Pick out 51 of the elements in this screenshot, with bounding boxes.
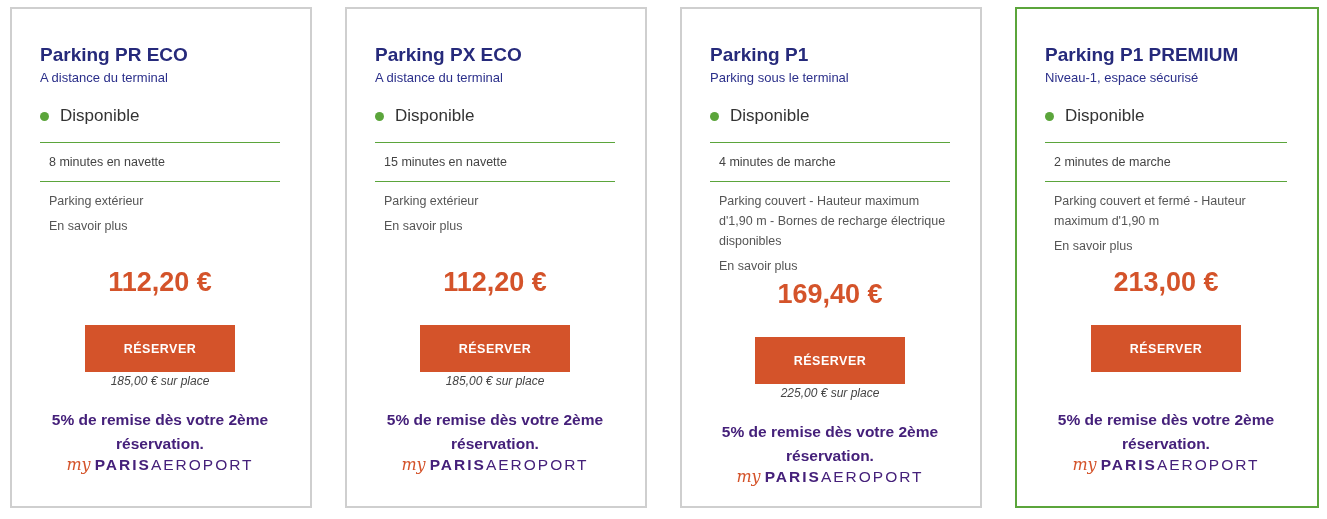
discount-text: 5% de remise dès votre 2ème réservation. (1056, 410, 1276, 454)
card-subtitle: Niveau-1, espace sécurisé (1045, 70, 1200, 85)
status-text: Disponible (730, 106, 810, 126)
parking-description: Parking extérieur (49, 193, 145, 210)
card-subtitle: Parking sous le terminal (710, 70, 850, 85)
onsite-price: 225,00 € sur place (780, 386, 880, 400)
status-dot-icon (375, 111, 384, 121)
more-info-link[interactable]: En savoir plus (49, 219, 128, 233)
access-time: 8 minutes en navette (40, 142, 280, 182)
card-title: Parking PR ECO (40, 43, 189, 67)
discount-text: 5% de remise dès votre 2ème réservation. (50, 410, 270, 454)
status-dot-icon (1045, 111, 1054, 121)
reserve-button[interactable]: RÉSERVER (755, 337, 905, 384)
brand-logo: my PARISAEROPORT (401, 456, 589, 474)
card-title: Parking P1 (710, 43, 810, 67)
parking-card[interactable] (1015, 7, 1319, 508)
more-info-link[interactable]: En savoir plus (384, 219, 463, 233)
price: 112,20 € (107, 267, 213, 298)
price: 112,20 € (442, 267, 548, 298)
card-subtitle: A distance du terminal (40, 70, 169, 85)
reserve-button[interactable]: RÉSERVER (420, 325, 570, 372)
parking-description: Parking extérieur (384, 193, 480, 210)
parking-card[interactable]: Parking PX ECO A distance du terminal Disponible 15 minutes en navette Parking extérieur En savoir plus 112,20 € RÉSERVER 185,00 € sur place 5% de remise dès votre 2ème réservation. my PARISAEROPORT (345, 7, 647, 508)
price: 169,40 € (776, 279, 884, 310)
status-dot-icon (710, 111, 719, 121)
parking-description: Parking couvert - Hauteur maximum d'1,90 m - Bornes de recharge électrique disponibles (719, 193, 947, 250)
access-time: 15 minutes en navette (375, 142, 615, 182)
card-subtitle: A distance du terminal (375, 70, 504, 85)
parking-card[interactable]: Parking PR ECO A distance du terminal Disponible 8 minutes en navette Parking extérieur En savoir plus 112,20 € RÉSERVER 185,00 € sur place 5% de remise dès votre 2ème réservation. my PARISAEROPORT (10, 7, 312, 508)
parking-description: Parking couvert et fermé - Hauteur maximum d'1,90 m (1054, 193, 1247, 230)
parking-card[interactable] (680, 7, 982, 508)
discount-text: 5% de remise dès votre 2ème réservation. (720, 422, 940, 466)
more-info-link[interactable]: En savoir plus (719, 259, 798, 273)
more-info-link[interactable]: En savoir plus (1054, 239, 1133, 253)
onsite-price: 185,00 € sur place (445, 374, 545, 388)
brand-logo: my PARISAEROPORT (66, 456, 254, 474)
price: 213,00 € (1112, 267, 1220, 298)
brand-logo: my PARISAEROPORT (736, 468, 924, 486)
card-title: Parking PX ECO (375, 43, 523, 67)
reserve-button[interactable]: RÉSERVER (1091, 325, 1241, 372)
status-text: Disponible (1065, 106, 1145, 126)
discount-text: 5% de remise dès votre 2ème réservation. (385, 410, 605, 454)
status-text: Disponible (60, 106, 140, 126)
access-time: 2 minutes de marche (1045, 142, 1287, 182)
status-text: Disponible (395, 106, 475, 126)
onsite-price: 185,00 € sur place (110, 374, 210, 388)
reserve-button[interactable]: RÉSERVER (85, 325, 235, 372)
status-dot-icon (40, 111, 49, 121)
card-title: Parking P1 PREMIUM (1045, 43, 1240, 67)
access-time: 4 minutes de marche (710, 142, 950, 182)
brand-logo: my PARISAEROPORT (1072, 456, 1260, 474)
